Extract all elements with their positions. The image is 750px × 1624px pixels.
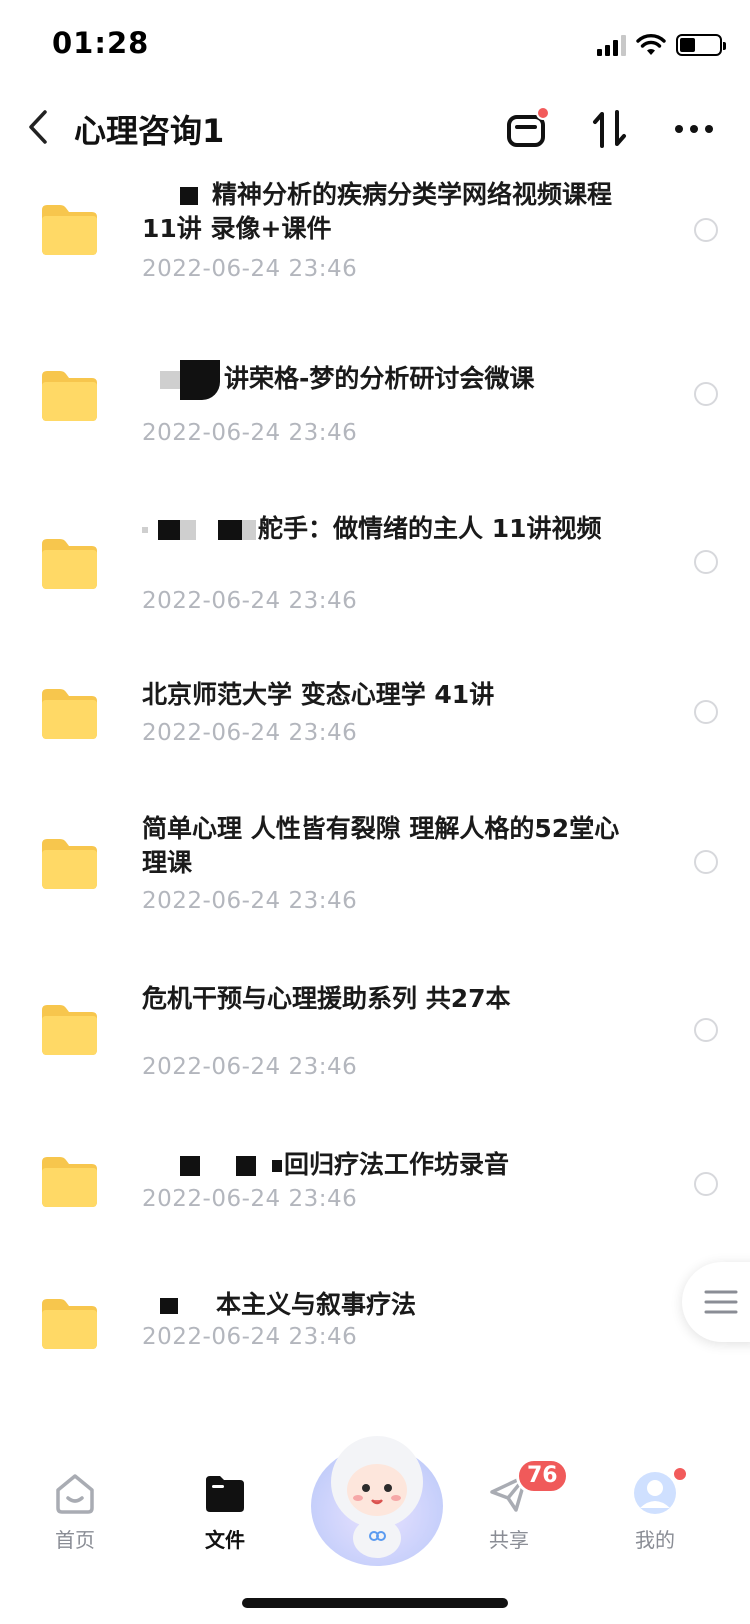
select-checkbox[interactable] (694, 382, 718, 406)
file-date: 2022-06-24 23:46 (142, 588, 358, 614)
folder-icon (42, 1005, 97, 1055)
tab-label: 文件 (205, 1528, 245, 1552)
tab-label: 共享 (489, 1528, 529, 1552)
select-checkbox[interactable] (694, 550, 718, 574)
tab-share[interactable]: 共享 76 (454, 1458, 569, 1553)
list-item[interactable]: 讲荣格-梦的分析研讨会微课 2022-06-24 23:46 (0, 342, 750, 502)
select-checkbox[interactable] (694, 700, 718, 724)
tab-mine[interactable]: 我的 (600, 1466, 710, 1553)
file-name: 北京师范大学 变态心理学 41讲 (142, 680, 495, 709)
chevron-left-icon (29, 110, 47, 144)
mascot-icon (311, 1436, 443, 1566)
redaction-mask (236, 1156, 256, 1176)
tab-label: 首页 (55, 1528, 95, 1552)
file-name: 舵手：做情绪的主人 11讲视频 (142, 512, 622, 546)
redaction-mask (158, 520, 180, 540)
file-name: 简单心理 人性皆有裂隙 理解人格的52堂心理课 (142, 814, 620, 877)
menu-lines-icon (704, 1290, 738, 1314)
tab-files[interactable]: 文件 (170, 1470, 280, 1553)
redaction-mask (180, 360, 220, 400)
page-title: 心理咨询1 (74, 112, 225, 150)
select-checkbox[interactable] (694, 1018, 718, 1042)
file-date: 2022-06-24 23:46 (142, 256, 358, 282)
transfer-list-button[interactable] (500, 102, 552, 156)
select-checkbox[interactable] (694, 1172, 718, 1196)
list-item[interactable]: 危机干预与心理援助系列 共27本 2022-06-24 23:46 (0, 982, 750, 1142)
sort-button[interactable] (584, 102, 636, 156)
nav-bar: 心理咨询1 (0, 92, 750, 172)
home-icon (56, 1474, 94, 1514)
avatar-icon (634, 1472, 676, 1514)
file-name: 危机干预与心理援助系列 共27本 (142, 984, 511, 1013)
sort-icon (593, 110, 626, 148)
tab-bar: 首页 文件 共享 76 我的 (0, 1420, 750, 1624)
list-item[interactable]: 回归疗法工作坊录音 2022-06-24 23:46 (0, 1148, 750, 1278)
status-icons (597, 32, 726, 58)
folder-icon (42, 1157, 97, 1207)
file-date: 2022-06-24 23:46 (142, 1186, 358, 1212)
folder-icon (42, 1299, 97, 1349)
file-date: 2022-06-24 23:46 (142, 1054, 358, 1080)
list-item[interactable]: 北京师范大学 变态心理学 41讲 2022-06-24 23:46 (0, 672, 750, 812)
assistant-mascot-button[interactable] (306, 1420, 448, 1570)
battery-icon (676, 34, 726, 56)
folder-icon (42, 539, 97, 589)
redaction-mask (272, 1160, 282, 1172)
share-count-badge: 76 (516, 1458, 569, 1494)
more-button[interactable] (668, 102, 720, 156)
file-name: 讲荣格-梦的分析研讨会微课 (142, 360, 622, 400)
file-date: 2022-06-24 23:46 (142, 888, 358, 914)
folder-icon (206, 1476, 244, 1512)
home-indicator (242, 1598, 508, 1608)
select-checkbox[interactable] (694, 850, 718, 874)
list-item[interactable]: 精神分析的疾病分类学网络视频课程11讲 录像+课件 2022-06-24 23:… (0, 172, 750, 332)
redaction-mask (180, 187, 198, 205)
file-name: 回归疗法工作坊录音 (142, 1148, 622, 1182)
notification-dot (536, 106, 550, 120)
redaction-mask (180, 520, 196, 540)
tab-label: 我的 (635, 1528, 675, 1552)
status-bar: 01:28 (0, 0, 750, 88)
redaction-mask (242, 520, 256, 540)
redaction-mask (160, 1298, 178, 1314)
file-list: 精神分析的疾病分类学网络视频课程11讲 录像+课件 2022-06-24 23:… (0, 172, 750, 1412)
file-date: 2022-06-24 23:46 (142, 1324, 358, 1350)
redaction-mask (180, 1156, 200, 1176)
redaction-mask (160, 371, 180, 389)
file-name: 精神分析的疾病分类学网络视频课程11讲 录像+课件 (142, 180, 613, 243)
wifi-icon (636, 34, 666, 55)
folder-icon (42, 689, 97, 739)
file-date: 2022-06-24 23:46 (142, 420, 358, 446)
more-dots-icon (675, 125, 713, 133)
select-checkbox[interactable] (694, 218, 718, 242)
list-item[interactable]: 简单心理 人性皆有裂隙 理解人格的52堂心理课 2022-06-24 23:46 (0, 812, 750, 982)
back-button[interactable] (18, 102, 58, 152)
redaction-mask (218, 520, 242, 540)
cellular-signal-icon (597, 34, 626, 56)
file-name: 本主义与叙事疗法 (142, 1288, 622, 1322)
list-item[interactable]: 本主义与叙事疗法 2022-06-24 23:46 (0, 1288, 750, 1412)
status-time: 01:28 (52, 26, 150, 60)
file-date: 2022-06-24 23:46 (142, 720, 358, 746)
notification-dot (672, 1466, 688, 1482)
folder-icon (42, 371, 97, 421)
folder-icon (42, 205, 97, 255)
tab-home[interactable]: 首页 (20, 1470, 130, 1553)
folder-icon (42, 839, 97, 889)
redaction-mask (142, 527, 148, 533)
list-item[interactable]: 舵手：做情绪的主人 11讲视频 2022-06-24 23:46 (0, 512, 750, 672)
